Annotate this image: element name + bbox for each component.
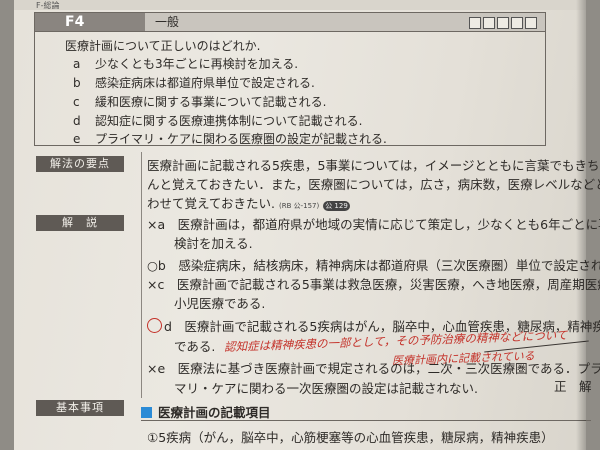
basics-line-1: ①5疾病（がん，脳卒中，心筋梗塞等の心血管疾患，糖尿病，精神疾患）: [147, 430, 554, 445]
reference: (RB 公-157): [278, 202, 320, 210]
option-d: d 認知症に関する医療連携体制について記載される.: [73, 114, 363, 128]
reference-badge: 公 129: [323, 201, 350, 211]
top-strip: [14, 0, 586, 10]
question-id: F4: [35, 13, 145, 31]
check-box[interactable]: [483, 17, 495, 29]
check-boxes: [469, 17, 537, 29]
points-line-3: わせて覚えておきたい. (RB 公-157) 公 129: [147, 196, 350, 211]
question-box: F4 一般 医療計画について正しいのはどれか. a 少なくとも3年ごとに再検討を加…: [34, 12, 546, 146]
explanation-label: 解 説: [36, 215, 124, 231]
chapter-tag: F-総論: [36, 1, 60, 10]
explanation-a-2: 検討を加える.: [174, 236, 253, 251]
explanation-b-1: ○b 感染症病床，結核病床，精神病床は都道府県（三次医療圏）単位で設定される.: [147, 258, 600, 273]
option-c: c 緩和医療に関する事業について記載される.: [73, 95, 327, 109]
option-b: b 感染症病床は都道府県単位で設定される.: [73, 76, 315, 90]
circled-x-mark: [147, 318, 162, 333]
explanation-a-1: ×a 医療計画は，都道府県が地域の実情に応じて策定し，少なくとも6年ごとに再: [147, 217, 600, 232]
column-rule: [141, 152, 142, 398]
check-box[interactable]: [525, 17, 537, 29]
points-line-2: んと覚えておきたい．また，医療圏については，広さ，病床数，医療レベルなどとあ: [147, 177, 600, 192]
page-shadow: [576, 0, 586, 450]
explanation-c-2: 小児医療である.: [174, 296, 266, 311]
points-line-1: 医療計画に記載される5疾患，5事業については，イメージとともに言葉でもきち: [147, 158, 600, 173]
option-a: a 少なくとも3年ごとに再検討を加える.: [73, 57, 299, 71]
points-label: 解法の要点: [36, 156, 124, 172]
textbook-page: F-総論 F4 一般 医療計画について正しいのはどれか. a 少なくとも3年ごとに…: [14, 0, 600, 450]
option-e: e プライマリ・ケアに関わる医療圏の設定が記載される.: [73, 132, 387, 146]
explanation-e-2: マリ・ケアに関わる一次医療圏の設定は記載されない.: [174, 381, 478, 396]
basics-topic: 医療計画の記載項目: [141, 402, 271, 421]
explanation-e-1: ×e 医療法に基づき医療計画で規定されるのは，二次・三次医療圏である．プライ: [147, 361, 600, 376]
question-stem: 医療計画について正しいのはどれか.: [65, 39, 261, 53]
divider: [141, 420, 591, 421]
question-category: 一般: [155, 15, 180, 29]
explanation-d-2: である.: [174, 339, 216, 354]
check-box[interactable]: [469, 17, 481, 29]
basics-label: 基本事項: [36, 400, 124, 416]
check-box[interactable]: [497, 17, 509, 29]
explanation-c-1: ×c 医療計画で記載される5事業は救急医療，災害医療，へき地医療，周産期医療，: [147, 277, 600, 292]
bullet-square-icon: [141, 407, 152, 418]
question-header: F4 一般: [35, 13, 545, 32]
check-box[interactable]: [511, 17, 523, 29]
